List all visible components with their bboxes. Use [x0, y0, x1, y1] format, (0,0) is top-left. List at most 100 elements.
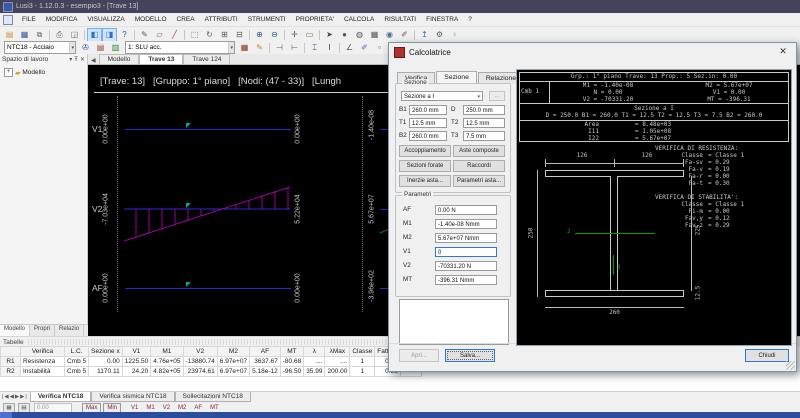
shrink-icon[interactable]: ⊟ — [232, 28, 247, 42]
shaded-view-icon[interactable]: ◍ — [352, 28, 367, 42]
param-field-v1[interactable]: 0 — [435, 247, 497, 257]
field-d[interactable]: 250.0 mm — [463, 105, 505, 115]
menu-crea[interactable]: CREA — [172, 16, 200, 23]
window-views-icon[interactable]: ◨ — [102, 28, 117, 42]
param-field-mt[interactable]: -396.31 Nmm — [435, 275, 497, 285]
sheet-tab-verifica-ntc18[interactable]: Verifica NTC18 — [30, 392, 92, 402]
regen-icon[interactable]: ↻ — [202, 28, 217, 42]
doc-tab-modello[interactable]: Modello — [99, 54, 140, 64]
cell-m1[interactable]: 4.76e+05 — [151, 357, 183, 367]
raccordi-button[interactable]: Raccordi — [453, 160, 505, 172]
window-split-icon[interactable]: ◧ — [87, 28, 102, 42]
sphere-icon[interactable]: ● — [337, 28, 352, 42]
cell-classe[interactable]: 1 — [350, 367, 375, 377]
chevron-down-icon[interactable]: ▾ — [228, 42, 234, 53]
doc-tab-trave-13[interactable]: Trave 13 — [139, 54, 183, 64]
component-toggle-v1[interactable]: V1 — [131, 405, 138, 411]
cell-v1[interactable]: 24.20 — [122, 367, 151, 377]
select-arrow-icon[interactable]: ➤ — [322, 28, 337, 42]
cell-item[interactable]: 35.99 — [304, 367, 325, 377]
chiudi-button[interactable]: Chiudi — [745, 349, 789, 362]
cell-m2[interactable]: 6.97e+07 — [217, 357, 249, 367]
col-header-l-c[interactable]: L.C. — [65, 347, 89, 357]
print-preview-icon[interactable]: ◲ — [67, 28, 82, 42]
dialog-title-bar[interactable]: Calcolatrice — [389, 43, 796, 61]
menu-calcola[interactable]: CALCOLA — [339, 16, 379, 23]
release-end-icon[interactable]: ⊢ — [287, 41, 302, 55]
sheet-tab-verifica-sismica-ntc18[interactable]: Verifica sismica NTC18 — [91, 392, 174, 402]
local-axes-icon[interactable]: ∠ — [342, 41, 357, 55]
check-book-icon[interactable]: ▤ — [93, 41, 108, 55]
col-header-classe[interactable]: Classe — [350, 347, 375, 357]
menu-strumenti[interactable]: STRUMENTI — [243, 16, 291, 23]
cell-mt[interactable]: -96.50 — [280, 367, 303, 377]
param-field-af[interactable]: 0.00 N — [435, 205, 497, 215]
menu-file[interactable]: FILE — [17, 16, 41, 23]
inerzie-asta-button[interactable]: Inerzie asta... — [399, 175, 451, 187]
salva-button[interactable]: Salva... — [445, 349, 495, 362]
menu-attributi[interactable]: ATTRIBUTI — [200, 16, 243, 23]
apri-button[interactable]: Apri... — [399, 349, 439, 362]
doc-tab-trave-124[interactable]: Trave 124 — [183, 54, 230, 64]
cell-verifica[interactable]: Resistenza — [21, 357, 65, 367]
param-field-v2[interactable]: -70331.20 N — [435, 261, 497, 271]
zoom-in-icon[interactable]: ⊕ — [252, 28, 267, 42]
chevron-down-icon[interactable]: ▾ — [69, 42, 75, 53]
section-more-button[interactable]: ... — [489, 91, 505, 101]
field-t3[interactable]: 7.5 mm — [463, 131, 505, 141]
accoppiamento-button[interactable]: Accoppiamento — [399, 145, 451, 157]
load-edit-icon[interactable]: ✎ — [252, 41, 267, 55]
results-table[interactable]: VerificaL.C.Sezione xV1M1V2M2AFMTλλMaxCl… — [0, 346, 422, 377]
tab-nav-left-icon[interactable]: ◀ — [88, 57, 99, 64]
close-icon[interactable]: ✕ — [80, 56, 85, 63]
norm-tools-icon[interactable]: ✇ — [78, 41, 93, 55]
component-toggle-mt[interactable]: MT — [210, 405, 219, 411]
cell-af[interactable]: 5.18e-12 — [250, 367, 281, 377]
document-icon[interactable] — [3, 15, 13, 25]
menu-modifica[interactable]: MODIFICA — [41, 16, 83, 23]
empty-list-box[interactable] — [399, 299, 509, 345]
load-table-icon[interactable]: ▦ — [237, 41, 252, 55]
aste-composte-button[interactable]: Aste composte — [453, 145, 505, 157]
tree-item-modello[interactable]: + ▰ Modello — [0, 65, 87, 77]
save-icon[interactable]: ▦ — [17, 28, 32, 42]
menu-risultati[interactable]: RISULTATI — [379, 16, 421, 23]
cell-v2[interactable]: -13880.74 — [183, 357, 217, 367]
parametri-asta-button[interactable]: Parametri asta... — [453, 175, 505, 187]
open-icon[interactable]: ▤ — [2, 28, 17, 42]
section-type-combo[interactable]: Sezione a I ▾ — [401, 91, 483, 101]
context-help-icon[interactable]: ? — [117, 28, 132, 42]
corner-header[interactable] — [1, 347, 21, 357]
cell-l-c[interactable]: Cmb 5 — [65, 367, 89, 377]
cell-mt[interactable]: -80.68 — [280, 357, 303, 367]
table-row[interactable]: R2InstabilitàCmb 51170.1124.204.82e+0523… — [1, 367, 422, 377]
col-header-v2[interactable]: V2 — [183, 347, 217, 357]
select-area-icon[interactable]: ⬚ — [187, 28, 202, 42]
zoom-out-icon[interactable]: ⊖ — [267, 28, 282, 42]
table-grid-icon[interactable]: ▦ — [3, 403, 15, 413]
cell-sezione-x[interactable]: 1170.11 — [89, 367, 123, 377]
col-header-v1[interactable]: V1 — [122, 347, 151, 357]
check-add-icon[interactable]: ▥ — [108, 41, 123, 55]
max-button[interactable]: Max — [82, 403, 101, 413]
polyline-icon[interactable]: ▱ — [152, 28, 167, 42]
cell-sezione-x[interactable]: 0.00 — [89, 357, 123, 367]
pencil-icon[interactable]: ✎ — [137, 28, 152, 42]
erase-icon[interactable]: ╱ — [167, 28, 182, 42]
menu-visualizza[interactable]: VISUALIZZA — [83, 16, 130, 23]
chart-icon[interactable]: ▤ — [18, 403, 30, 413]
chevron-down-icon[interactable]: ▾ — [69, 56, 72, 63]
print-icon[interactable]: ⎙ — [52, 28, 67, 42]
col-header-sezione-x[interactable]: Sezione x — [89, 347, 123, 357]
sheet-nav-icon[interactable]: ▶| — [20, 394, 28, 400]
field-b2[interactable]: 260.0 mm — [409, 131, 447, 141]
cell-l-c[interactable]: Cmb 5 — [65, 357, 89, 367]
col-header-m1[interactable]: M1 — [151, 347, 183, 357]
sheet-nav-icons[interactable]: |◀◀▶▶| — [0, 392, 30, 400]
section-x-input[interactable]: 0.00 — [34, 403, 72, 413]
min-button[interactable]: Min — [103, 403, 121, 413]
pin-icon[interactable]: Ŧ — [74, 57, 78, 63]
component-toggle-m1[interactable]: M1 — [146, 405, 154, 411]
cell-v2[interactable]: 23974.61 — [183, 367, 217, 377]
extend-icon[interactable]: ⊞ — [217, 28, 232, 42]
